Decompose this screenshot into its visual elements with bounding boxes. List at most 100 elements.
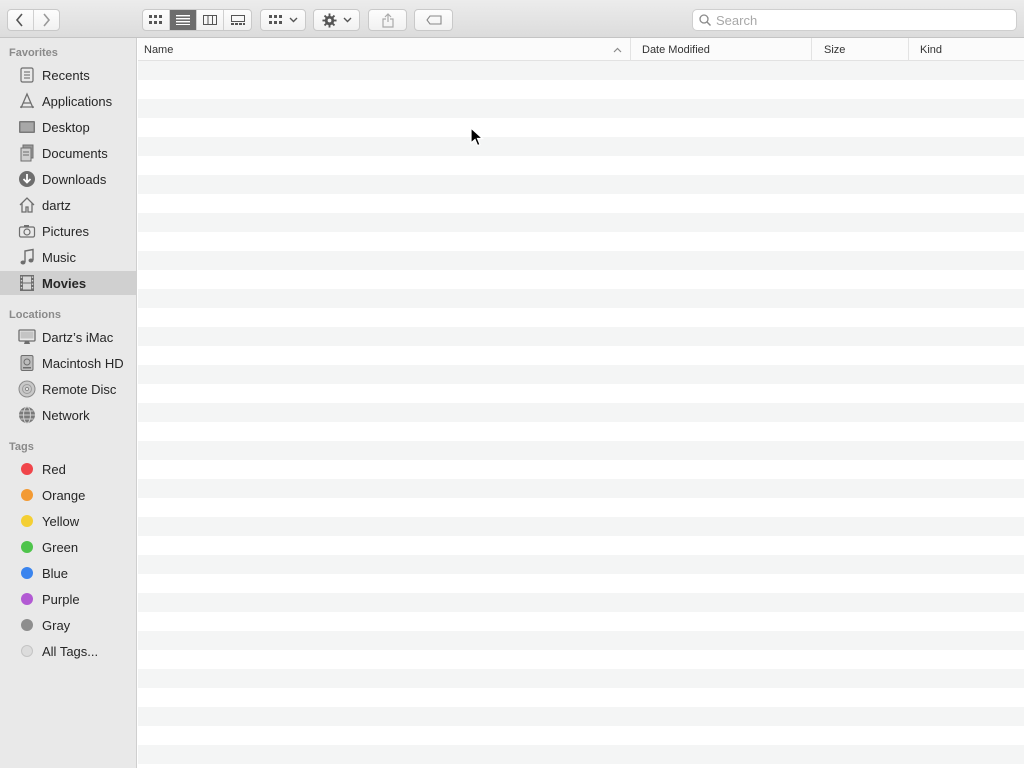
- sidebar-item-label: Recents: [42, 67, 90, 83]
- column-header-name[interactable]: Name: [138, 38, 631, 61]
- list-icon: [176, 15, 190, 25]
- view-mode-selector: [142, 9, 252, 31]
- sidebar-item-dartz-imac[interactable]: Dartz’s iMac: [0, 325, 136, 349]
- camera-icon: [17, 221, 37, 241]
- favorites-header: Favorites: [9, 47, 58, 59]
- home-icon: [17, 195, 37, 215]
- sidebar-tag-blue[interactable]: Blue: [0, 561, 136, 585]
- sidebar-item-documents[interactable]: Documents: [0, 141, 136, 165]
- toolbar: [0, 0, 1024, 38]
- sidebar-item-recents[interactable]: Recents: [0, 63, 136, 87]
- column-header-date-modified[interactable]: Date Modified: [631, 38, 812, 61]
- sidebar-item-label: Purple: [42, 591, 80, 607]
- sidebar-item-label: Documents: [42, 145, 108, 161]
- green-tag-dot-icon: [17, 537, 37, 557]
- gray-tag-dot-icon: [17, 615, 37, 635]
- sidebar-item-network[interactable]: Network: [0, 403, 136, 427]
- sidebar-item-label: Music: [42, 249, 76, 265]
- gear-icon: [321, 12, 337, 28]
- red-tag-dot-icon: [17, 459, 37, 479]
- sidebar-item-label: Desktop: [42, 119, 90, 135]
- edit-tags-button[interactable]: [414, 9, 453, 31]
- sidebar-tag-red[interactable]: Red: [0, 457, 136, 481]
- sidebar: Favorites Recents Applications Desktop D…: [0, 38, 137, 768]
- sidebar-item-label: All Tags...: [42, 643, 99, 659]
- tags-header: Tags: [9, 441, 34, 453]
- sidebar-item-label: Downloads: [42, 171, 107, 187]
- column-view-button[interactable]: [197, 10, 224, 30]
- back-forward-buttons: [7, 9, 60, 31]
- imac-icon: [17, 327, 37, 347]
- sidebar-item-label: Remote Disc: [42, 381, 117, 397]
- column-header-name-label: Name: [144, 43, 174, 56]
- grid-icon: [149, 15, 162, 24]
- mouse-pointer-icon: [470, 127, 484, 147]
- chevron-down-icon: [343, 17, 351, 23]
- sidebar-item-music[interactable]: Music: [0, 245, 136, 269]
- sidebar-item-label: Blue: [42, 565, 69, 581]
- sidebar-tag-orange[interactable]: Orange: [0, 483, 136, 507]
- sidebar-item-remote-disc[interactable]: Remote Disc: [0, 377, 136, 401]
- sort-ascending-chevron-icon: [613, 47, 622, 53]
- sidebar-item-label: Orange: [42, 487, 86, 503]
- gallery-view-button[interactable]: [224, 10, 251, 30]
- music-note-icon: [17, 247, 37, 267]
- sidebar-item-label: Movies: [42, 275, 87, 291]
- sidebar-item-dartz[interactable]: dartz: [0, 193, 136, 217]
- icon-view-button[interactable]: [143, 10, 170, 30]
- globe-icon: [17, 405, 37, 425]
- empty-file-list[interactable]: [138, 61, 1024, 768]
- sidebar-item-pictures[interactable]: Pictures: [0, 219, 136, 243]
- file-list-view: Name Date Modified Size Kind: [138, 38, 1024, 768]
- search-field[interactable]: [692, 9, 1017, 31]
- document-icon: [17, 143, 37, 163]
- download-icon: [17, 169, 37, 189]
- chevron-left-icon: [16, 13, 23, 27]
- sidebar-item-label: Pictures: [42, 223, 89, 239]
- sidebar-item-downloads[interactable]: Downloads: [0, 167, 136, 191]
- group-by-button[interactable]: [260, 9, 306, 31]
- gallery-icon: [230, 15, 245, 25]
- list-view-button[interactable]: [170, 10, 197, 30]
- locations-header: Locations: [9, 309, 61, 321]
- sidebar-item-label: Macintosh HD: [42, 355, 124, 371]
- tag-icon: [425, 15, 442, 25]
- hard-drive-icon: [17, 353, 37, 373]
- sidebar-item-label: Applications: [42, 93, 113, 109]
- chevron-right-icon: [43, 13, 51, 27]
- film-icon: [17, 273, 37, 293]
- sidebar-tag-gray[interactable]: Gray: [0, 613, 136, 637]
- magnifier-icon: [699, 14, 711, 26]
- sidebar-item-desktop[interactable]: Desktop: [0, 115, 136, 139]
- chevron-down-icon: [289, 17, 297, 23]
- purple-tag-dot-icon: [17, 589, 37, 609]
- desktop-icon: [17, 117, 37, 137]
- column-header-size[interactable]: Size: [812, 38, 909, 61]
- column-header-bar: Name Date Modified Size Kind: [138, 38, 1024, 61]
- share-button[interactable]: [368, 9, 407, 31]
- action-menu-button[interactable]: [313, 9, 360, 31]
- forward-button[interactable]: [34, 10, 59, 30]
- applications-icon: [17, 91, 37, 111]
- sidebar-item-label: Dartz’s iMac: [42, 329, 114, 345]
- sidebar-item-macintosh-hd[interactable]: Macintosh HD: [0, 351, 136, 375]
- sidebar-tag-green[interactable]: Green: [0, 535, 136, 559]
- sidebar-tag-yellow[interactable]: Yellow: [0, 509, 136, 533]
- grid-icon: [268, 15, 282, 24]
- share-icon: [381, 12, 394, 28]
- search-input[interactable]: [716, 12, 996, 28]
- sidebar-tag-purple[interactable]: Purple: [0, 587, 136, 611]
- column-header-size-label: Size: [824, 43, 846, 56]
- yellow-tag-dot-icon: [17, 511, 37, 531]
- sidebar-item-label: Green: [42, 539, 79, 555]
- sidebar-item-applications[interactable]: Applications: [0, 89, 136, 113]
- sidebar-item-movies[interactable]: Movies: [0, 271, 136, 295]
- column-header-date-label: Date Modified: [642, 43, 710, 56]
- orange-tag-dot-icon: [17, 485, 37, 505]
- disc-icon: [17, 379, 37, 399]
- back-button[interactable]: [8, 10, 34, 30]
- column-header-kind[interactable]: Kind: [909, 38, 1024, 61]
- blue-tag-dot-icon: [17, 563, 37, 583]
- clock-icon: [17, 65, 37, 85]
- sidebar-tag-all-tags[interactable]: All Tags...: [0, 639, 136, 663]
